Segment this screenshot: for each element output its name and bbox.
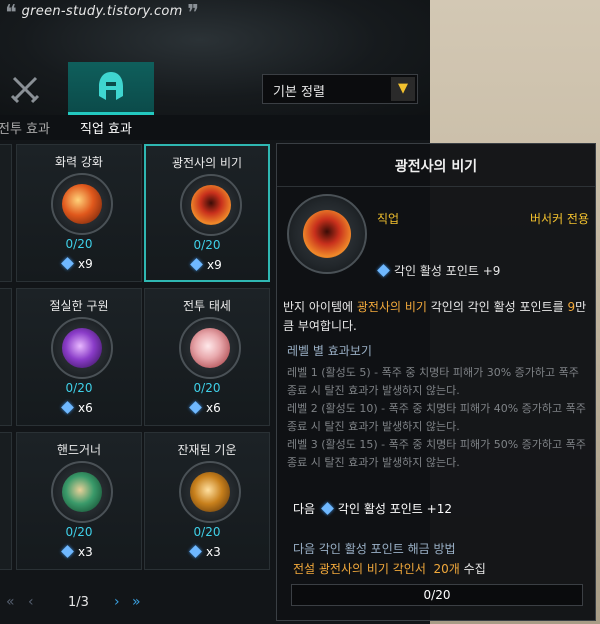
progress-text: 0/20 — [423, 588, 451, 602]
last-page-icon[interactable]: » — [132, 594, 141, 610]
level-effect: 레벨 2 (활성도 10) - 폭주 중 치명타 피해가 40% 증가하고 폭주… — [287, 402, 586, 433]
card-partial — [0, 288, 12, 426]
card-count: 0/20 — [193, 525, 221, 539]
berserker-skull-icon — [303, 210, 351, 258]
card-cost: x3 — [189, 545, 221, 559]
engraving-card[interactable]: 전투 태세 0/20 x6 — [144, 288, 270, 426]
card-partial — [0, 144, 12, 282]
engraving-icon — [179, 317, 241, 379]
engraving-icon-large — [287, 194, 367, 274]
engraving-icon — [179, 461, 241, 523]
tab-battle-effects[interactable]: 전투 효과 — [0, 118, 50, 137]
prev-page-icon[interactable]: ‹ — [28, 594, 34, 610]
unlock-requirement: 전설 광전사의 비기 각인서 20개 수집 — [293, 562, 486, 576]
engraving-tooltip: 광전사의 비기 직업 버서커 전용 각인 활성 포인트 +9 반지 아이템에 광… — [276, 143, 596, 621]
card-title: 잔재된 기운 — [177, 443, 237, 457]
engraving-card-selected[interactable]: 광전사의 비기 0/20 x9 — [144, 144, 270, 282]
gem-icon — [61, 545, 74, 558]
heart-icon — [190, 328, 230, 368]
card-count: 0/20 — [193, 381, 221, 395]
archer-icon — [190, 472, 230, 512]
card-partial — [0, 432, 12, 570]
tab-class-effects-label[interactable]: 직업 효과 — [80, 118, 132, 137]
pagination: « ‹ 1/3 › » — [0, 594, 160, 616]
collection-progress-bar: 0/20 — [291, 584, 583, 606]
card-count: 0/20 — [65, 525, 93, 539]
engraving-icon — [51, 461, 113, 523]
level-effect: 레벨 3 (활성도 15) - 폭주 중 치명타 피해가 50% 증가하고 폭주… — [287, 438, 586, 469]
engraving-card[interactable]: 절실한 구원 0/20 x6 — [16, 288, 142, 426]
card-title: 광전사의 비기 — [171, 156, 243, 170]
engraving-icon — [180, 174, 242, 236]
level-effects-list: 레벨 1 (활성도 5) - 폭주 중 치명타 피해가 30% 증가하고 폭주 … — [287, 364, 587, 472]
card-cost: x6 — [189, 401, 221, 415]
gun-icon — [62, 472, 102, 512]
sort-label: 기본 정렬 — [273, 85, 325, 100]
firepower-icon — [62, 184, 102, 224]
engraving-icon — [51, 173, 113, 235]
card-cost: x6 — [61, 401, 93, 415]
card-count: 0/20 — [193, 238, 221, 252]
level-effect: 레벨 1 (활성도 5) - 폭주 중 치명타 피해가 30% 증가하고 폭주 … — [287, 366, 579, 397]
tab-class-effects[interactable] — [68, 62, 154, 115]
gem-icon — [190, 258, 203, 271]
unlock-method-heading: 다음 각인 활성 포인트 해금 방법 — [293, 542, 456, 556]
engraving-card[interactable]: 화력 강화 0/20 x9 — [16, 144, 142, 282]
card-title: 절실한 구원 — [49, 299, 109, 313]
engraving-card[interactable]: 핸드거너 0/20 x3 — [16, 432, 142, 570]
card-cost: x9 — [190, 258, 222, 272]
gem-icon — [321, 502, 334, 515]
tooltip-title: 광전사의 비기 — [394, 159, 478, 175]
next-point: 다음 각인 활성 포인트 +12 — [293, 502, 452, 516]
first-page-icon[interactable]: « — [6, 594, 15, 610]
engraving-card[interactable]: 잔재된 기운 0/20 x3 — [144, 432, 270, 570]
card-count: 0/20 — [65, 381, 93, 395]
class-label: 직업 — [377, 212, 400, 226]
gem-icon — [61, 401, 74, 414]
hammer-icon — [62, 328, 102, 368]
gem-icon — [61, 257, 74, 270]
level-effects-heading: 레벨 별 효과보기 — [287, 344, 372, 358]
gem-icon — [377, 264, 390, 277]
card-title: 핸드거너 — [56, 443, 102, 457]
engraving-icon — [51, 317, 113, 379]
category-tabs — [0, 62, 160, 115]
next-page-icon[interactable]: › — [114, 594, 120, 610]
sort-dropdown[interactable]: 기본 정렬 ▼ — [262, 74, 418, 104]
gem-icon — [189, 545, 202, 558]
tooltip-description: 반지 아이템에 광전사의 비기 각인의 각인 활성 포인트를 9만큼 부여합니다… — [283, 300, 587, 333]
card-title: 화력 강화 — [55, 155, 103, 169]
crossed-swords-icon[interactable] — [8, 72, 42, 106]
chevron-down-icon[interactable]: ▼ — [391, 77, 415, 101]
divider — [277, 186, 595, 187]
card-count: 0/20 — [65, 237, 93, 251]
helmet-icon — [99, 72, 123, 100]
page-indicator: 1/3 — [68, 595, 89, 610]
card-cost: x3 — [61, 545, 93, 559]
gem-icon — [189, 401, 202, 414]
activation-point: 각인 활성 포인트 +9 — [377, 262, 500, 279]
card-title: 전투 태세 — [183, 299, 231, 313]
berserker-skull-icon — [191, 185, 231, 225]
card-cost: x9 — [61, 257, 93, 271]
watermark: ❝ green-study.tistory.com ❞ — [5, 1, 200, 26]
class-restriction: 버서커 전용 — [529, 212, 589, 226]
